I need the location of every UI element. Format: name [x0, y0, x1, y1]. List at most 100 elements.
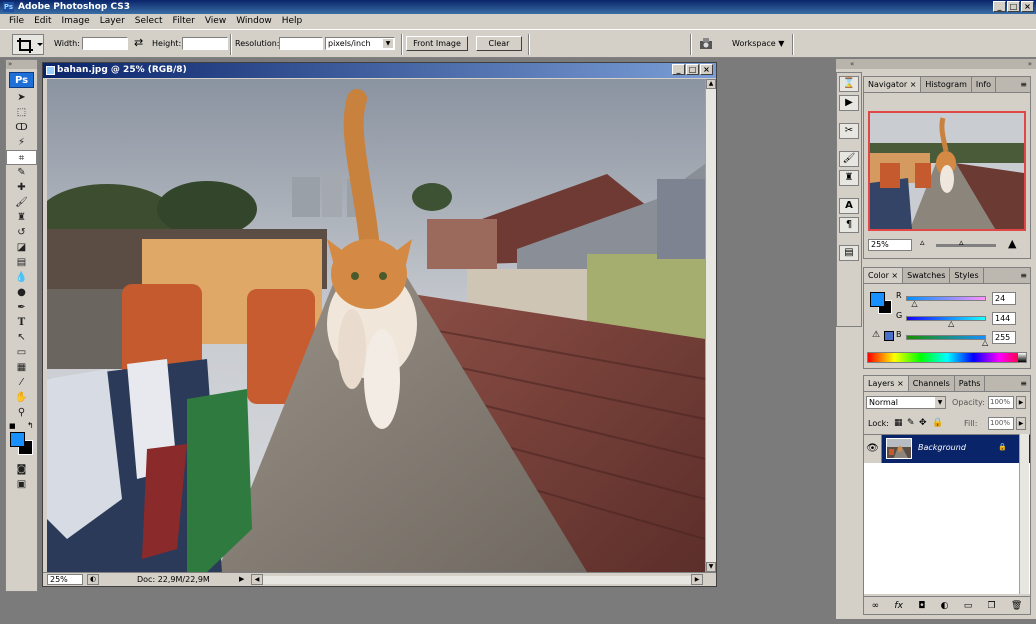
scroll-right-arrow-icon[interactable]: ▶: [691, 574, 703, 585]
red-slider-thumb[interactable]: △: [911, 299, 917, 308]
color-spectrum-bar[interactable]: [867, 352, 1027, 363]
status-menu-arrow-icon[interactable]: ▶: [239, 574, 249, 585]
opacity-input[interactable]: 100%: [988, 396, 1014, 409]
menu-layer[interactable]: Layer: [95, 14, 130, 29]
tab-histogram[interactable]: Histogram: [921, 77, 972, 92]
tab-layers[interactable]: Layers ×: [864, 376, 909, 391]
scroll-left-arrow-icon[interactable]: ◀: [251, 574, 263, 585]
menu-filter[interactable]: Filter: [168, 14, 200, 29]
zoom-input[interactable]: 25%: [47, 574, 83, 585]
layer-style-icon[interactable]: fx: [894, 601, 903, 611]
resolution-input[interactable]: [279, 37, 323, 50]
eraser-tool-icon[interactable]: ◪: [6, 240, 37, 255]
document-horizontal-scrollbar[interactable]: [263, 576, 691, 584]
adjustment-layer-icon[interactable]: ◐: [941, 601, 949, 611]
quick-mask-icon[interactable]: ◙: [6, 462, 37, 477]
slice-tool-icon[interactable]: ✎: [6, 165, 37, 180]
doc-close-button[interactable]: ×: [700, 64, 713, 75]
layer-visibility-eye-icon[interactable]: 👁: [864, 435, 882, 463]
doc-minimize-button[interactable]: _: [672, 64, 685, 75]
panel-menu-icon[interactable]: ≡: [1020, 77, 1030, 92]
lasso-tool-icon[interactable]: ↀ: [6, 120, 37, 135]
fill-arrow-icon[interactable]: ▶: [1016, 417, 1026, 430]
menu-help[interactable]: Help: [277, 14, 308, 29]
tool-preset-picker[interactable]: [12, 34, 44, 55]
hand-tool-icon[interactable]: ✋: [6, 390, 37, 405]
status-info-icon[interactable]: ◐: [87, 574, 99, 585]
marquee-tool-icon[interactable]: ⬚: [6, 105, 37, 120]
link-layers-icon[interactable]: ∞: [872, 601, 880, 611]
tab-info[interactable]: Info: [972, 77, 997, 92]
blue-slider-thumb[interactable]: △: [982, 338, 988, 347]
out-of-gamut-warning-icon[interactable]: ⚠: [872, 330, 880, 340]
gamut-color-swatch[interactable]: [884, 331, 894, 341]
scroll-down-arrow-icon[interactable]: ▼: [706, 562, 716, 572]
pen-tool-icon[interactable]: ✒: [6, 300, 37, 315]
menu-file[interactable]: File: [4, 14, 29, 29]
gradient-tool-icon[interactable]: ▤: [6, 255, 37, 270]
brush-tool-icon[interactable]: 🖌: [6, 195, 37, 210]
photoshop-logo[interactable]: Ps: [9, 72, 34, 88]
color-foreground-swatch[interactable]: [870, 292, 885, 307]
healing-brush-tool-icon[interactable]: ✚: [6, 180, 37, 195]
green-slider-thumb[interactable]: △: [948, 319, 954, 328]
foreground-color-swatch[interactable]: [10, 432, 25, 447]
swap-dimensions-icon[interactable]: ⇄: [134, 36, 143, 49]
doc-maximize-button[interactable]: □: [686, 64, 699, 75]
menu-select[interactable]: Select: [130, 14, 168, 29]
tab-channels[interactable]: Channels: [909, 376, 955, 391]
type-tool-icon[interactable]: T: [6, 315, 37, 330]
tab-paths[interactable]: Paths: [955, 376, 986, 391]
red-value-input[interactable]: 24: [992, 292, 1016, 305]
layer-row-background[interactable]: 👁 Background 🔒: [864, 435, 1030, 463]
shape-tool-icon[interactable]: ▭: [6, 345, 37, 360]
tab-swatches[interactable]: Swatches: [903, 268, 951, 283]
delete-layer-icon[interactable]: 🗑: [1011, 601, 1022, 611]
swap-colors-icon[interactable]: ↰: [27, 421, 34, 430]
minimize-button[interactable]: _: [993, 1, 1006, 12]
menu-view[interactable]: View: [200, 14, 231, 29]
panel-menu-icon[interactable]: ≡: [1020, 376, 1030, 391]
menu-edit[interactable]: Edit: [29, 14, 56, 29]
file-browser-icon[interactable]: [698, 37, 716, 54]
lock-transparency-icon[interactable]: ▦: [894, 418, 903, 428]
front-image-button[interactable]: Front Image: [406, 36, 468, 51]
lock-all-icon[interactable]: 🔒: [932, 418, 943, 428]
navigator-slider-thumb[interactable]: ▵: [959, 239, 964, 248]
clear-button[interactable]: Clear: [476, 36, 522, 51]
lock-position-icon[interactable]: ✥: [919, 418, 927, 428]
blue-value-input[interactable]: 255: [992, 331, 1016, 344]
character-panel-icon[interactable]: A: [839, 198, 859, 214]
close-button[interactable]: ×: [1021, 1, 1034, 12]
document-vertical-scrollbar[interactable]: ▲ ▼: [705, 79, 716, 572]
layers-scrollbar[interactable]: [1019, 434, 1029, 594]
layer-name[interactable]: Background: [918, 443, 966, 452]
crop-tool-icon[interactable]: ⌗: [6, 150, 37, 165]
zoom-tool-icon[interactable]: ⚲: [6, 405, 37, 420]
tool-presets-panel-icon[interactable]: ✂: [839, 123, 859, 139]
clone-stamp-tool-icon[interactable]: ♜: [6, 210, 37, 225]
image-canvas[interactable]: [47, 79, 705, 572]
zoom-in-icon[interactable]: ▲: [1008, 237, 1016, 250]
zoom-out-icon[interactable]: ▵: [920, 238, 925, 248]
blur-tool-icon[interactable]: 💧: [6, 270, 37, 285]
navigator-zoom-input[interactable]: 25%: [868, 239, 912, 251]
red-slider[interactable]: △: [906, 296, 986, 308]
notes-tool-icon[interactable]: ▦: [6, 360, 37, 375]
tab-navigator[interactable]: Navigator ×: [864, 77, 922, 92]
tab-color[interactable]: Color ×: [864, 268, 904, 283]
dock-header[interactable]: «»: [836, 59, 1036, 69]
layer-mask-icon[interactable]: ◘: [918, 601, 925, 611]
history-brush-tool-icon[interactable]: ↺: [6, 225, 37, 240]
default-colors-icon[interactable]: ■: [9, 422, 16, 430]
scroll-up-arrow-icon[interactable]: ▲: [706, 79, 716, 89]
tab-styles[interactable]: Styles: [950, 268, 984, 283]
clone-source-panel-icon[interactable]: ♜: [839, 170, 859, 186]
workspace-menu[interactable]: Workspace ▼: [732, 39, 784, 48]
new-layer-icon[interactable]: ❐: [988, 601, 996, 611]
panel-menu-icon[interactable]: ≡: [1020, 268, 1030, 283]
history-panel-icon[interactable]: ⌛: [839, 76, 859, 92]
fill-input[interactable]: 100%: [988, 417, 1014, 430]
magic-wand-tool-icon[interactable]: ⚡: [6, 135, 37, 150]
screen-mode-icon[interactable]: ▣: [6, 477, 37, 492]
